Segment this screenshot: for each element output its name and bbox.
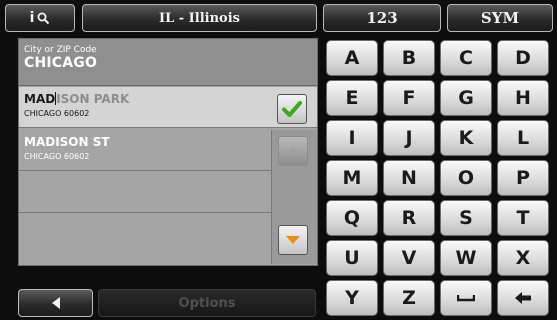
key-n[interactable]: N [383,160,435,196]
key-label: J [405,127,413,149]
key-u[interactable]: U [326,240,378,276]
key-b[interactable]: B [383,40,435,76]
key-label: Q [343,207,361,229]
key-v[interactable]: V [383,240,435,276]
key-a[interactable]: A [326,40,378,76]
key-i[interactable]: I [326,120,378,156]
key-label: S [459,207,473,229]
key-label: I [348,127,356,149]
key-z[interactable]: Z [383,280,435,316]
key-label: W [455,247,477,269]
keyboard: A B C D E F G H I J K L M N O P Q R S T … [0,0,557,320]
key-p[interactable]: P [497,160,549,196]
key-label: B [401,47,417,69]
key-w[interactable]: W [440,240,492,276]
key-c[interactable]: C [440,40,492,76]
key-j[interactable]: J [383,120,435,156]
key-y[interactable]: Y [326,280,378,316]
key-h[interactable]: H [497,80,549,116]
key-label: X [515,247,531,269]
space-key[interactable] [440,280,492,316]
key-label: C [459,47,473,69]
key-e[interactable]: E [326,80,378,116]
key-o[interactable]: O [440,160,492,196]
key-q[interactable]: Q [326,200,378,236]
key-label: R [401,207,417,229]
backspace-key[interactable] [497,280,549,316]
key-label: M [342,167,362,189]
key-g[interactable]: G [440,80,492,116]
key-label: Z [402,287,416,309]
key-label: G [458,87,474,109]
key-label: T [516,207,530,229]
key-k[interactable]: K [440,120,492,156]
key-x[interactable]: X [497,240,549,276]
key-t[interactable]: T [497,200,549,236]
key-label: E [345,87,359,109]
key-label: Y [345,287,359,309]
key-label: L [516,127,530,149]
key-d[interactable]: D [497,40,549,76]
key-l[interactable]: L [497,120,549,156]
key-f[interactable]: F [383,80,435,116]
space-bar-icon [457,295,475,302]
key-label: D [515,47,531,69]
key-label: H [515,87,531,109]
key-label: N [401,167,417,189]
key-r[interactable]: R [383,200,435,236]
key-label: F [402,87,416,109]
key-m[interactable]: M [326,160,378,196]
key-label: O [457,167,475,189]
key-label: K [458,127,474,149]
key-label: P [516,167,530,189]
key-label: V [401,247,417,269]
backspace-arrow-icon [515,292,531,304]
key-label: U [344,247,360,269]
key-label: A [344,47,360,69]
key-s[interactable]: S [440,200,492,236]
